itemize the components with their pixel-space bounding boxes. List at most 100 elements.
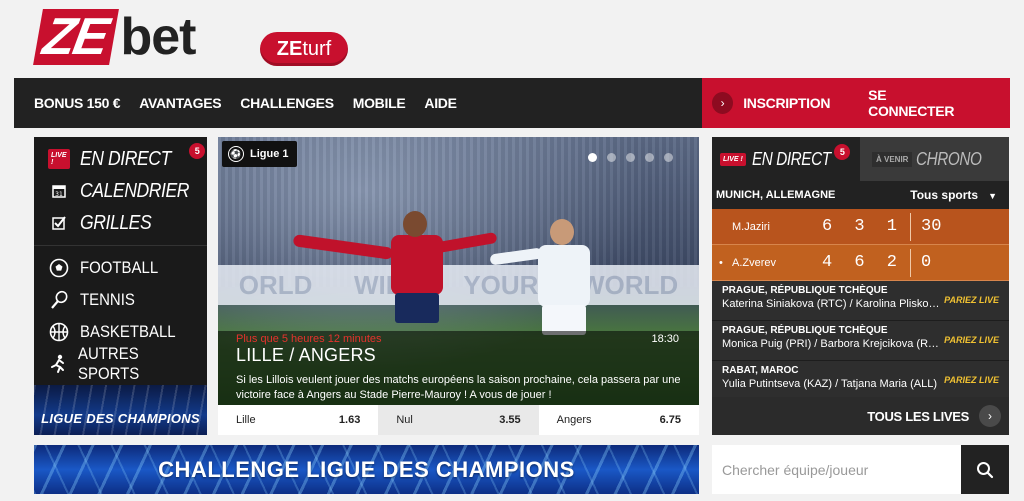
sidebar-item-label: BASKETBALL bbox=[80, 322, 176, 341]
sidebar-item-label: GRILLES bbox=[80, 211, 152, 234]
player-sets: 4 6 2 bbox=[822, 253, 904, 272]
sidebar-item-grids[interactable]: GRILLES bbox=[34, 207, 207, 239]
odd-label: Angers bbox=[556, 414, 592, 426]
live-match[interactable]: RABAT, MAROC Yulia Putintseva (KAZ) / Ta… bbox=[712, 361, 1009, 401]
odd-value: 3.55 bbox=[499, 414, 521, 426]
photo-boards: ORLD WIDE YOUR WORLD bbox=[218, 265, 699, 305]
tab-label: EN DIRECT bbox=[751, 148, 831, 169]
bet-live-link[interactable]: PARIEZ LIVE bbox=[944, 375, 999, 385]
match-players: Monica Puig (PRI) / Barbora Krejcikova (… bbox=[722, 338, 940, 350]
svg-text:31: 31 bbox=[55, 191, 63, 198]
league-tag: ⚽ Ligue 1 bbox=[222, 141, 297, 167]
sport-select-value: Tous sports bbox=[910, 188, 979, 202]
bet-live-link[interactable]: PARIEZ LIVE bbox=[944, 335, 999, 345]
register-button[interactable]: INSCRIPTION bbox=[743, 95, 830, 111]
sidebar-item-other-sports[interactable]: AUTRES SPORTS bbox=[34, 344, 207, 383]
odd-value: 6.75 bbox=[659, 414, 681, 426]
live-match[interactable]: PRAGUE, RÉPUBLIQUE TCHÈQUE Katerina Sini… bbox=[712, 281, 1009, 321]
scoreboard-row[interactable]: • A.Zverev 4 6 2 0 bbox=[712, 245, 1009, 281]
live-header: MUNICH, ALLEMAGNE Tous sports ▼ bbox=[712, 181, 1009, 209]
search-icon bbox=[977, 461, 994, 478]
board-text: ORLD bbox=[238, 269, 313, 300]
sport-select[interactable]: Tous sports ▼ bbox=[910, 188, 997, 202]
odd-draw[interactable]: Nul 3.55 bbox=[378, 405, 539, 435]
caret-down-icon: ▼ bbox=[988, 191, 997, 201]
sidebar-item-label: AUTRES SPORTS bbox=[78, 344, 140, 383]
odd-away[interactable]: Angers 6.75 bbox=[538, 405, 699, 435]
chevron-right-icon[interactable]: › bbox=[712, 92, 734, 114]
carousel-dot[interactable] bbox=[607, 153, 616, 162]
player-sets: 6 3 1 bbox=[822, 217, 904, 236]
countdown: Plus que 5 heures 12 minutes bbox=[236, 333, 382, 345]
search-box bbox=[712, 445, 1009, 494]
logo-bet: bet bbox=[120, 8, 196, 66]
carousel-dot[interactable] bbox=[588, 153, 597, 162]
login-button[interactable]: SE CONNECTER bbox=[868, 87, 972, 119]
live-tabs: LIVE ! EN DIRECT 5 À VENIR CHRONO bbox=[712, 137, 1009, 181]
sidebar-item-tennis[interactable]: TENNIS bbox=[34, 284, 207, 316]
all-lives-button[interactable]: TOUS LES LIVES › bbox=[712, 397, 1009, 435]
sidebar-item-football[interactable]: FOOTBALL bbox=[34, 252, 207, 284]
kickoff-time: 18:30 bbox=[651, 333, 679, 345]
search-input[interactable] bbox=[712, 445, 961, 494]
nav-mobile[interactable]: MOBILE bbox=[353, 95, 406, 111]
banner-label: CHALLENGE LIGUE DES CHAMPIONS bbox=[158, 457, 575, 482]
live-badge: LIVE ! bbox=[48, 149, 70, 169]
live-icon: LIVE ! bbox=[48, 149, 70, 169]
nav-links: BONUS 150 € AVANTAGES CHALLENGES MOBILE … bbox=[14, 78, 702, 128]
player-game-score: 0 bbox=[910, 248, 931, 277]
nav-challenges[interactable]: CHALLENGES bbox=[240, 95, 334, 111]
tab-live[interactable]: LIVE ! EN DIRECT 5 bbox=[712, 137, 860, 181]
odd-home[interactable]: Lille 1.63 bbox=[218, 405, 379, 435]
main-nav: BONUS 150 € AVANTAGES CHALLENGES MOBILE … bbox=[14, 78, 1010, 128]
match-players: Yulia Putintseva (KAZ) / Tatjana Maria (… bbox=[722, 378, 938, 390]
bet-live-link[interactable]: PARIEZ LIVE bbox=[944, 295, 999, 305]
nav-avantages[interactable]: AVANTAGES bbox=[139, 95, 221, 111]
odd-value: 1.63 bbox=[338, 414, 361, 426]
scoreboard-row[interactable]: M.Jaziri 6 3 1 30 bbox=[712, 209, 1009, 245]
match-title: LILLE / ANGERS bbox=[236, 345, 376, 365]
zeturf-logo[interactable]: ZE turf bbox=[260, 32, 348, 66]
match-players: Katerina Siniakova (RTC) / Karolina Plis… bbox=[722, 298, 940, 310]
serve-indicator-icon: • bbox=[719, 256, 723, 269]
sidebar-item-label: CALENDRIER bbox=[80, 179, 190, 202]
nav-aide[interactable]: AIDE bbox=[424, 95, 457, 111]
live-panel: LIVE ! EN DIRECT 5 À VENIR CHRONO MUNICH… bbox=[712, 137, 1009, 435]
logo-ze: ZE bbox=[33, 8, 120, 66]
live-badge: LIVE ! bbox=[720, 152, 746, 166]
league-name: Ligue 1 bbox=[250, 148, 289, 160]
featured-match: ORLD WIDE YOUR WORLD ⚽ Ligue 1 Plus que bbox=[218, 137, 699, 435]
player-name: M.Jaziri bbox=[732, 220, 770, 233]
player-name: A.Zverev bbox=[732, 256, 777, 269]
runner-icon bbox=[48, 354, 68, 374]
football-icon bbox=[48, 258, 70, 278]
player-name-wrap: • A.Zverev bbox=[712, 257, 822, 269]
sidebar-item-calendar[interactable]: 31 CALENDRIER bbox=[34, 175, 207, 207]
calendar-icon: 31 bbox=[48, 181, 70, 201]
carousel-dot[interactable] bbox=[645, 153, 654, 162]
odd-label: Nul bbox=[396, 414, 413, 426]
carousel-dot[interactable] bbox=[664, 153, 673, 162]
tab-label: CHRONO bbox=[916, 148, 982, 169]
nav-bonus[interactable]: BONUS 150 € bbox=[34, 95, 120, 111]
zebet-logo[interactable]: ZE bet bbox=[33, 6, 196, 68]
challenge-banner[interactable]: CHALLENGE LIGUE DES CHAMPIONS bbox=[34, 445, 699, 494]
sidebar-item-label: FOOTBALL bbox=[80, 258, 159, 277]
sidebar-item-live[interactable]: LIVE ! EN DIRECT 5 bbox=[34, 143, 207, 175]
carousel-dot[interactable] bbox=[626, 153, 635, 162]
account-bar: › INSCRIPTION SE CONNECTER bbox=[702, 78, 1010, 128]
upcoming-badge: À VENIR bbox=[872, 151, 913, 167]
search-button[interactable] bbox=[961, 445, 1009, 494]
champions-league-banner[interactable]: LIGUE DES CHAMPIONS bbox=[34, 385, 207, 435]
basketball-icon bbox=[48, 322, 70, 342]
tab-chrono[interactable]: À VENIR CHRONO bbox=[860, 137, 1009, 181]
match-caption[interactable]: Plus que 5 heures 12 minutes 18:30 LILLE… bbox=[218, 331, 699, 405]
zeturf-turf: turf bbox=[302, 37, 332, 60]
checkbox-icon bbox=[48, 213, 70, 233]
live-match[interactable]: PRAGUE, RÉPUBLIQUE TCHÈQUE Monica Puig (… bbox=[712, 321, 1009, 361]
odd-label: Lille bbox=[236, 414, 256, 426]
odds-bar: Lille 1.63 Nul 3.55 Angers 6.75 bbox=[218, 405, 699, 435]
football-icon: ⚽ bbox=[228, 146, 244, 162]
page: ZE bet ZE turf BONUS 150 € AVANTAGES CHAL… bbox=[0, 0, 1024, 501]
zeturf-ze: ZE bbox=[276, 37, 303, 60]
